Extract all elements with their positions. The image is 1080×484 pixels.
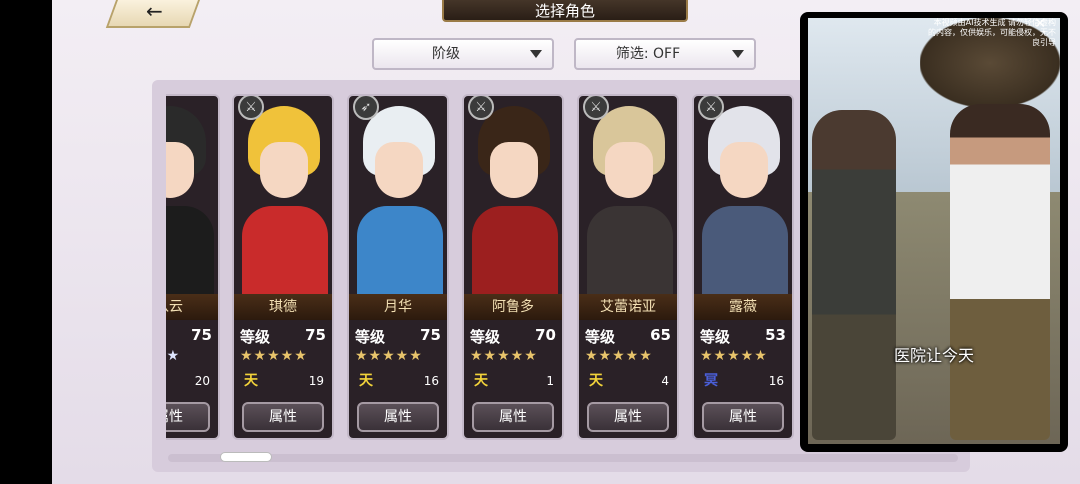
sword-class-icon: ⚔ <box>698 96 724 120</box>
level-row: 等级 70 <box>470 326 556 348</box>
character-name: 露薇 <box>694 294 792 320</box>
card-count: 16 <box>768 374 784 388</box>
character-card[interactable]: ⚔ 露薇 等级 53 ★★★★★ 冥 16 属性 <box>692 94 794 440</box>
sword-class-icon: ⚔ <box>468 96 494 120</box>
character-name: 月华 <box>349 294 447 320</box>
character-portrait <box>694 96 792 296</box>
level-value: 70 <box>535 326 556 344</box>
rank-badge: 天 <box>359 373 373 389</box>
video-person-left <box>812 110 896 440</box>
level-value: 75 <box>305 326 326 344</box>
character-portrait <box>349 96 447 296</box>
character-card[interactable]: ⚔ 艾蕾诺亚 等级 65 ★★★★★ 天 4 属性 <box>577 94 679 440</box>
video-person-right <box>950 104 1050 440</box>
attribute-button[interactable]: 属性 <box>166 402 210 432</box>
card-count: 20 <box>194 374 210 388</box>
character-list: 八云 级 75 ★★★★ 20 属性 ⚔ 琪德 等级 <box>166 94 814 448</box>
back-button[interactable]: ← <box>105 0 203 28</box>
card-count: 4 <box>661 374 669 388</box>
character-portrait <box>234 96 332 296</box>
scrollbar-thumb[interactable] <box>220 452 272 462</box>
star-rating: ★★★★ <box>166 348 181 364</box>
attribute-button[interactable]: 属性 <box>702 402 784 432</box>
level-label: 等级 <box>355 328 386 346</box>
character-card[interactable]: ⚔ 阿鲁多 等级 70 ★★★★★ 天 1 属性 <box>462 94 564 440</box>
rank-dropdown[interactable]: 阶级 <box>372 38 554 70</box>
star-rating: ★★★★★ <box>355 348 423 364</box>
star-rating: ★★★★★ <box>470 348 538 364</box>
attribute-button[interactable]: 属性 <box>472 402 554 432</box>
attribute-button[interactable]: 属性 <box>587 402 669 432</box>
level-label: 等级 <box>700 328 731 346</box>
character-portrait <box>166 96 218 296</box>
level-value: 53 <box>765 326 786 344</box>
video-caption: 医院让今天 <box>893 346 974 365</box>
close-icon[interactable]: ✕ <box>1034 16 1046 32</box>
character-portrait <box>579 96 677 296</box>
level-value: 75 <box>191 326 212 344</box>
character-card[interactable]: ⚔ 琪德 等级 75 ★★★★★ 天 19 属性 <box>232 94 334 440</box>
rank-badge: 冥 <box>704 373 718 389</box>
attribute-button[interactable]: 属性 <box>357 402 439 432</box>
level-row: 等级 75 <box>355 326 441 348</box>
filter-dropdown-label: 筛选: OFF <box>615 46 681 62</box>
sword-class-icon: ⚔ <box>238 96 264 120</box>
character-card[interactable]: 八云 级 75 ★★★★ 20 属性 <box>166 94 220 440</box>
character-name: 阿鲁多 <box>464 294 562 320</box>
sword-class-icon: ⚔ <box>583 96 609 120</box>
character-card[interactable]: ➶ 月华 等级 75 ★★★★★ 天 16 属性 <box>347 94 449 440</box>
level-row: 等级 65 <box>585 326 671 348</box>
rank-badge: 天 <box>589 373 603 389</box>
level-row: 等级 53 <box>700 326 786 348</box>
chevron-down-icon <box>732 50 744 58</box>
star-rating: ★★★★★ <box>700 348 768 364</box>
card-count: 1 <box>546 374 554 388</box>
left-black-bar <box>0 0 52 484</box>
level-value: 75 <box>420 326 441 344</box>
character-name: 艾蕾诺亚 <box>579 294 677 320</box>
star-rating: ★★★★★ <box>240 348 308 364</box>
floating-video-overlay[interactable]: 本视频由AI技术生成 请勿轻信虚构的内容，仅供娱乐，可能侵权，无不良引导 ✕ 医… <box>800 12 1068 452</box>
rank-badge: 天 <box>474 373 488 389</box>
horizontal-scrollbar[interactable] <box>168 452 958 462</box>
star-rating: ★★★★★ <box>585 348 653 364</box>
level-row: 级 75 <box>166 326 212 348</box>
rank-badge: 天 <box>244 373 258 389</box>
rank-dropdown-label: 阶级 <box>432 46 460 62</box>
character-portrait <box>464 96 562 296</box>
page-title: 选择角色 <box>442 0 688 22</box>
card-count: 16 <box>423 374 439 388</box>
chevron-down-icon <box>530 50 542 58</box>
character-name: 琪德 <box>234 294 332 320</box>
back-arrow-icon: ← <box>145 0 163 23</box>
bow-class-icon: ➶ <box>353 96 379 120</box>
level-label: 等级 <box>240 328 271 346</box>
level-value: 65 <box>650 326 671 344</box>
level-label: 等级 <box>470 328 501 346</box>
character-name: 八云 <box>166 294 218 320</box>
filter-dropdown[interactable]: 筛选: OFF <box>574 38 756 70</box>
card-count: 19 <box>308 374 324 388</box>
attribute-button[interactable]: 属性 <box>242 402 324 432</box>
level-row: 等级 75 <box>240 326 326 348</box>
level-label: 等级 <box>585 328 616 346</box>
